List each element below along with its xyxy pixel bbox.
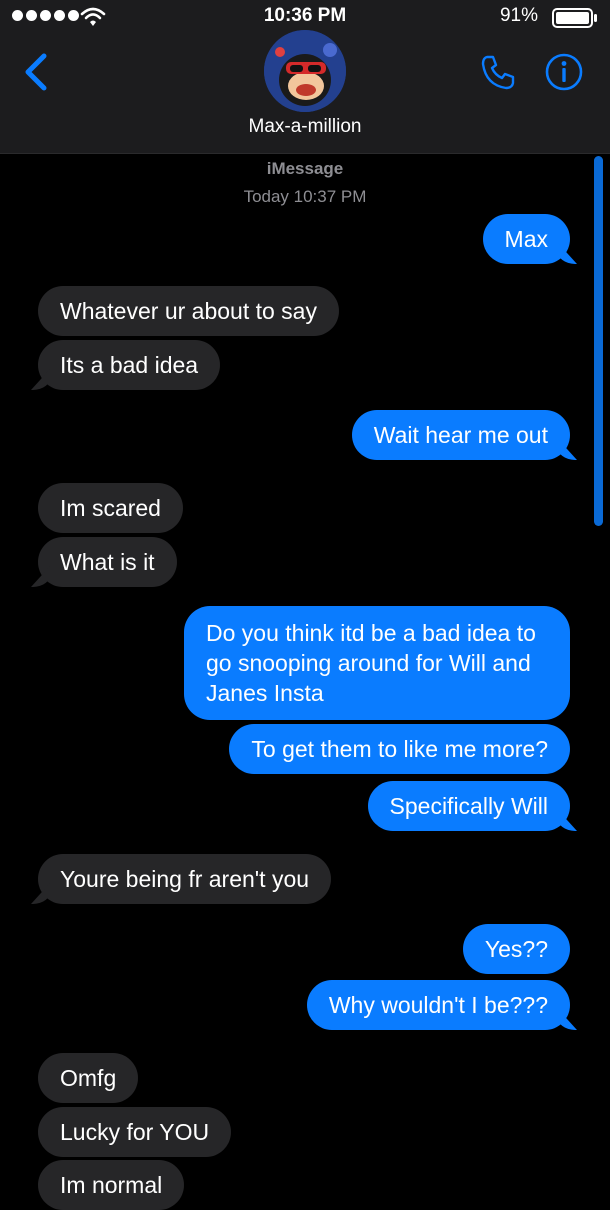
received-message[interactable]: Lucky for YOU	[38, 1107, 232, 1157]
received-message[interactable]: Its a bad idea	[38, 340, 221, 390]
received-message[interactable]: Whatever ur about to say	[38, 286, 339, 336]
received-message[interactable]: What is it	[38, 537, 177, 587]
scroll-indicator[interactable]	[594, 156, 603, 526]
sent-message[interactable]: Max	[482, 214, 570, 264]
contact-name[interactable]: Max-a-million	[0, 116, 610, 138]
info-icon[interactable]	[544, 52, 584, 92]
battery-icon	[552, 8, 597, 28]
received-message[interactable]: Youre being fr aren't you	[38, 854, 332, 904]
sent-message[interactable]: Specifically Will	[367, 781, 570, 831]
conversation-header: 10:36 PM 91% Max-a-million	[0, 0, 610, 154]
sent-message[interactable]: To get them to like me more?	[229, 724, 570, 774]
service-label: iMessage	[266, 159, 344, 178]
received-message[interactable]: Im normal	[38, 1160, 185, 1210]
sent-message[interactable]: Wait hear me out	[351, 410, 570, 460]
battery-percentage: 91%	[499, 5, 538, 26]
avatar-image	[264, 30, 346, 112]
received-message[interactable]: Im scared	[38, 483, 183, 533]
avatar[interactable]	[264, 30, 346, 112]
sent-message[interactable]: Yes??	[462, 924, 570, 974]
received-message[interactable]: Omfg	[38, 1053, 139, 1103]
sent-message[interactable]: Do you think itd be a bad idea to go sno…	[184, 606, 570, 720]
phone-icon[interactable]	[478, 52, 518, 92]
conversation-timestamp: Today 10:37 PM	[243, 187, 367, 206]
sent-message[interactable]: Why wouldn't I be???	[306, 980, 570, 1030]
back-chevron-icon[interactable]	[20, 52, 54, 92]
status-bar: 10:36 PM 91%	[0, 0, 610, 34]
